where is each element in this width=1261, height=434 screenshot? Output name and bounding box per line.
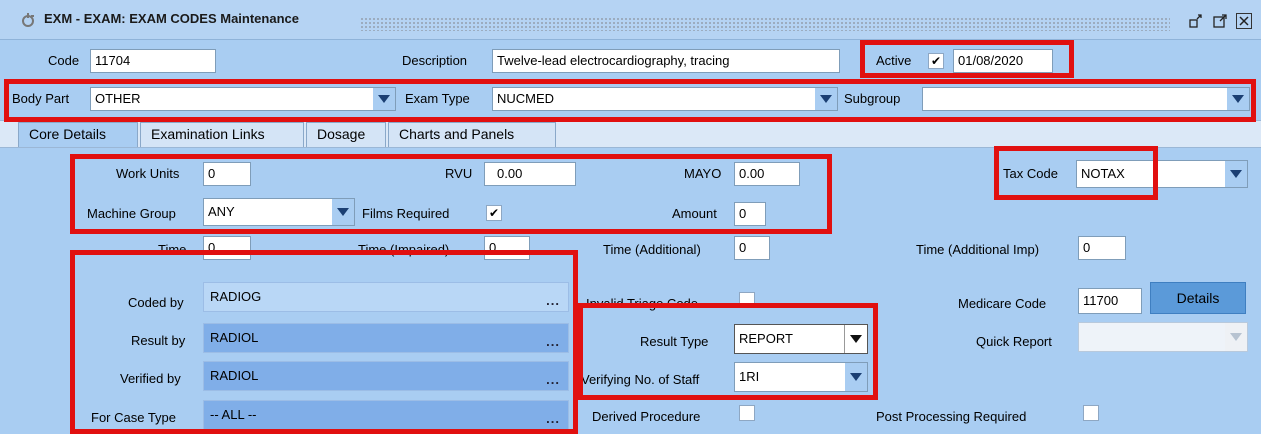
time-additional-field[interactable]: 0 bbox=[734, 236, 770, 260]
work-units-label: Work Units bbox=[116, 166, 180, 181]
subgroup-combo[interactable] bbox=[922, 87, 1250, 111]
amount-field[interactable]: 0 bbox=[734, 202, 766, 226]
derived-procedure-checkbox[interactable] bbox=[739, 405, 755, 421]
tax-code-combo[interactable]: NOTAX bbox=[1076, 160, 1248, 188]
for-case-type-label: For Case Type bbox=[91, 410, 177, 425]
mayo-label: MAYO bbox=[684, 166, 722, 181]
machine-group-label: Machine Group bbox=[87, 206, 176, 221]
description-field[interactable]: Twelve-lead electrocardiography, tracing bbox=[492, 49, 840, 73]
quick-report-label: Quick Report bbox=[976, 334, 1052, 349]
quick-report-combo[interactable] bbox=[1078, 322, 1248, 352]
active-label: Active bbox=[876, 53, 912, 68]
medicare-code-field[interactable]: 11700 bbox=[1078, 288, 1142, 314]
films-required-label: Films Required bbox=[362, 206, 450, 221]
chevron-down-icon[interactable] bbox=[373, 88, 395, 110]
machine-group-combo[interactable]: ANY bbox=[203, 198, 355, 226]
time-label: Time bbox=[158, 242, 187, 257]
chevron-down-icon[interactable] bbox=[1225, 323, 1247, 351]
time-additional-label: Time (Additional) bbox=[603, 242, 701, 257]
chevron-down-icon[interactable] bbox=[1225, 161, 1247, 187]
restore-icon[interactable] bbox=[1188, 13, 1204, 29]
films-required-checkbox[interactable]: ✔ bbox=[486, 205, 502, 221]
time-additional-imp-label: Time (Additional Imp) bbox=[916, 242, 1040, 257]
time-impaired-label: Time (Impaired) bbox=[358, 242, 450, 257]
exam-type-combo[interactable]: NUCMED bbox=[492, 87, 838, 111]
tab-examination-links[interactable]: Examination Links bbox=[140, 122, 304, 147]
time-impaired-field[interactable]: 0 bbox=[484, 236, 530, 260]
verifying-staff-label: Verifying No. of Staff bbox=[581, 372, 700, 387]
verified-by-label: Verified by bbox=[120, 371, 181, 386]
verifying-staff-value: 1RI bbox=[739, 369, 760, 384]
code-label: Code bbox=[48, 53, 80, 68]
invalid-triage-label: Invalid Triage Code bbox=[586, 296, 699, 311]
machine-group-value: ANY bbox=[208, 204, 235, 219]
body-part-combo[interactable]: OTHER bbox=[90, 87, 396, 111]
subgroup-label: Subgroup bbox=[844, 91, 901, 106]
description-label: Description bbox=[402, 53, 468, 68]
tax-code-value: NOTAX bbox=[1081, 166, 1125, 181]
rvu-field[interactable]: 0.00 bbox=[484, 162, 576, 186]
chevron-down-icon[interactable] bbox=[844, 325, 867, 353]
medicare-code-label: Medicare Code bbox=[958, 296, 1047, 311]
tab-core-details[interactable]: Core Details bbox=[18, 122, 138, 147]
post-processing-checkbox[interactable] bbox=[1083, 405, 1099, 421]
post-processing-label: Post Processing Required bbox=[876, 409, 1027, 424]
code-field[interactable]: 11704 bbox=[90, 49, 216, 73]
derived-procedure-label: Derived Procedure bbox=[592, 409, 701, 424]
rvu-label: RVU bbox=[445, 166, 473, 181]
exam-type-value: NUCMED bbox=[497, 91, 555, 106]
coded-by-lookup[interactable]: RADIOG ... bbox=[203, 282, 569, 312]
tab-dosage[interactable]: Dosage bbox=[306, 122, 386, 147]
close-icon[interactable] bbox=[1236, 13, 1252, 29]
verified-by-value: RADIOL bbox=[210, 368, 259, 383]
coded-by-value: RADIOG bbox=[210, 289, 262, 304]
invalid-triage-checkbox[interactable] bbox=[739, 292, 755, 308]
time-additional-imp-field[interactable]: 0 bbox=[1078, 236, 1126, 260]
for-case-type-lookup[interactable]: -- ALL -- ... bbox=[203, 400, 569, 430]
result-by-lookup[interactable]: RADIOL ... bbox=[203, 323, 569, 353]
active-checkbox[interactable]: ✔ bbox=[928, 53, 944, 69]
result-by-label: Result by bbox=[131, 333, 186, 348]
tab-charts-and-panels[interactable]: Charts and Panels bbox=[388, 122, 556, 147]
body-part-value: OTHER bbox=[95, 91, 141, 106]
lookup-ellipsis-icon[interactable]: ... bbox=[546, 293, 560, 308]
mayo-field[interactable]: 0.00 bbox=[734, 162, 800, 186]
result-type-combo[interactable]: REPORT bbox=[734, 324, 868, 354]
result-type-label: Result Type bbox=[640, 334, 709, 349]
tax-code-label: Tax Code bbox=[1003, 166, 1058, 181]
coded-by-label: Coded by bbox=[128, 295, 184, 310]
window-title: EXM - EXAM: EXAM CODES Maintenance bbox=[44, 11, 299, 26]
title-bar-grip bbox=[360, 17, 1170, 31]
active-date-field[interactable]: 01/08/2020 bbox=[953, 49, 1053, 73]
verifying-staff-combo[interactable]: 1RI bbox=[734, 362, 868, 392]
amount-label: Amount bbox=[672, 206, 717, 221]
verified-by-lookup[interactable]: RADIOL ... bbox=[203, 361, 569, 391]
time-field[interactable]: 0 bbox=[203, 236, 251, 260]
exam-type-label: Exam Type bbox=[405, 91, 470, 106]
result-by-value: RADIOL bbox=[210, 330, 259, 345]
app-icon bbox=[20, 12, 36, 28]
lookup-ellipsis-icon[interactable]: ... bbox=[546, 411, 560, 426]
lookup-ellipsis-icon[interactable]: ... bbox=[546, 372, 560, 387]
lookup-ellipsis-icon[interactable]: ... bbox=[546, 334, 560, 349]
chevron-down-icon[interactable] bbox=[845, 363, 867, 391]
maximize-icon[interactable] bbox=[1212, 13, 1228, 29]
result-type-value: REPORT bbox=[739, 331, 793, 346]
body-part-label: Body Part bbox=[12, 91, 70, 106]
for-case-type-value: -- ALL -- bbox=[210, 407, 257, 422]
chevron-down-icon[interactable] bbox=[815, 88, 837, 110]
chevron-down-icon[interactable] bbox=[1227, 88, 1249, 110]
chevron-down-icon[interactable] bbox=[332, 199, 354, 225]
details-button[interactable]: Details bbox=[1150, 282, 1246, 314]
work-units-field[interactable]: 0 bbox=[203, 162, 251, 186]
